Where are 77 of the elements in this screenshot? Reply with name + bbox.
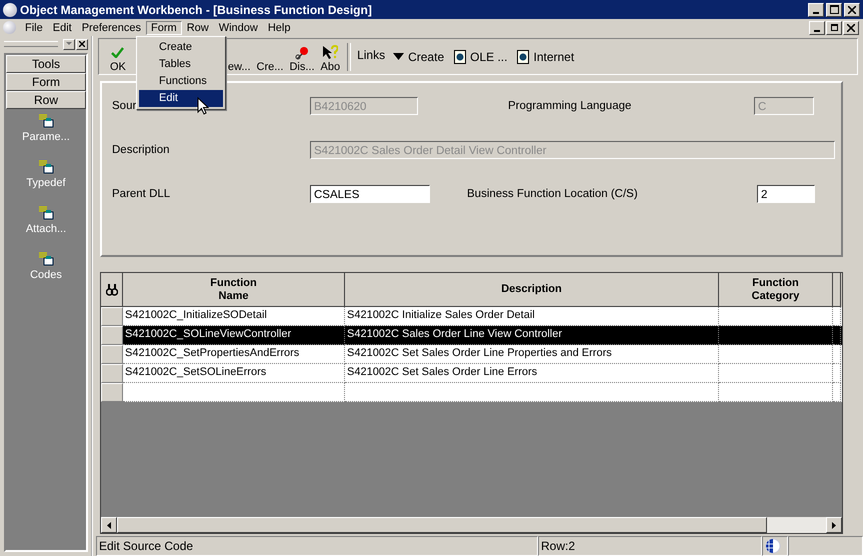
menu-item[interactable]: Edit xyxy=(48,20,77,34)
check-icon xyxy=(111,47,124,58)
input-field[interactable]: CSALES xyxy=(310,185,430,203)
globe-icon xyxy=(3,21,16,34)
menu-option[interactable]: Functions xyxy=(139,73,223,90)
link-button[interactable]: Internet xyxy=(513,50,580,64)
caret-icon xyxy=(66,42,72,46)
question-pointer-icon xyxy=(322,45,338,60)
link-button[interactable]: OLE ... xyxy=(450,50,514,64)
table-row[interactable]: S421002C_SOLineViewController S421002C Sales Order Line View Controller xyxy=(101,326,842,345)
status-row: Row:2 xyxy=(538,536,762,556)
left-arrow-icon xyxy=(107,522,111,528)
menu-option[interactable]: Create xyxy=(139,39,223,56)
minimize-button[interactable] xyxy=(808,2,824,16)
maximize-button[interactable] xyxy=(826,2,842,16)
right-arrow-icon xyxy=(832,522,836,528)
side-item[interactable]: Attach... xyxy=(26,223,66,235)
menu-item[interactable]: Preferences xyxy=(76,20,146,34)
toolbar-button[interactable]: ew... xyxy=(224,40,254,72)
structure-icon xyxy=(38,205,54,221)
row-header[interactable] xyxy=(101,326,123,345)
close-icon xyxy=(847,24,855,32)
menu-item[interactable]: Help xyxy=(262,20,296,34)
globe-icon xyxy=(765,538,781,554)
status-message: Edit Source Code xyxy=(96,536,538,556)
document-globe-icon xyxy=(454,50,466,64)
row-header[interactable] xyxy=(101,307,123,326)
structure-icon xyxy=(38,113,54,129)
toolbar-button[interactable]: Cre... xyxy=(254,40,286,72)
menu-item[interactable]: Window xyxy=(214,20,263,34)
side-item[interactable]: Typedef xyxy=(26,177,66,189)
table-row[interactable]: S421002C_SetSOLineErrors S421002C Set Sales Order Line Errors xyxy=(101,364,842,383)
document-globe-icon xyxy=(517,50,530,64)
field-label: Programming Language xyxy=(508,100,632,112)
close-button[interactable] xyxy=(76,38,88,50)
menu-item[interactable]: Row xyxy=(182,20,214,34)
row-header[interactable] xyxy=(101,364,123,383)
close-button[interactable] xyxy=(843,20,859,34)
field-label: Sour xyxy=(112,100,136,112)
field-label: Business Function Location (C/S) xyxy=(467,188,639,200)
side-item[interactable]: Parame... xyxy=(22,131,70,143)
input-field[interactable]: 2 xyxy=(757,185,815,203)
dropdown-button[interactable] xyxy=(63,38,75,50)
down-triangle-icon xyxy=(393,53,404,60)
toolbar-button[interactable]: Abo xyxy=(318,40,344,72)
restore-button[interactable] xyxy=(826,20,842,34)
field-label: Parent DLL xyxy=(112,188,172,200)
grip-icon xyxy=(4,41,58,47)
links-label: Links xyxy=(357,48,386,62)
scroll-right-button[interactable] xyxy=(826,517,842,533)
side-tab[interactable]: Form xyxy=(6,73,86,91)
side-tab[interactable]: Row xyxy=(6,91,86,109)
close-icon xyxy=(848,6,856,14)
binoculars-icon xyxy=(106,283,118,296)
menu-option[interactable]: Tables xyxy=(139,56,223,73)
table-row[interactable]: S421002C_InitializeSODetail S421002C Initialize Sales Order Detail xyxy=(101,307,842,326)
row-header[interactable] xyxy=(101,383,123,402)
field-label: Description xyxy=(112,144,171,156)
menu-item[interactable]: Form xyxy=(146,20,182,34)
link-button[interactable]: Create xyxy=(389,50,450,64)
window-title: Object Management Workbench - [Business Function Design] xyxy=(20,2,372,16)
close-button[interactable] xyxy=(844,2,860,16)
scroll-left-button[interactable] xyxy=(101,517,117,533)
menu-option[interactable]: Edit xyxy=(139,90,223,107)
close-icon xyxy=(79,41,85,47)
minimize-button[interactable] xyxy=(809,20,825,34)
structure-icon xyxy=(38,251,54,267)
side-item[interactable]: Codes xyxy=(30,269,62,281)
structure-icon xyxy=(38,159,54,175)
toolbar-button[interactable]: OK xyxy=(107,40,129,72)
pushpin-icon xyxy=(294,46,310,60)
globe-icon xyxy=(3,2,17,16)
table-row[interactable]: S421002C_SetPropertiesAndErrors S421002C Set Sales Order Line Properties and Errors xyxy=(101,345,842,364)
menu-item[interactable]: File xyxy=(20,20,48,34)
toolbar-button[interactable]: Dis... xyxy=(286,40,318,72)
row-header[interactable] xyxy=(101,345,123,364)
side-tab[interactable]: Tools xyxy=(6,55,86,73)
